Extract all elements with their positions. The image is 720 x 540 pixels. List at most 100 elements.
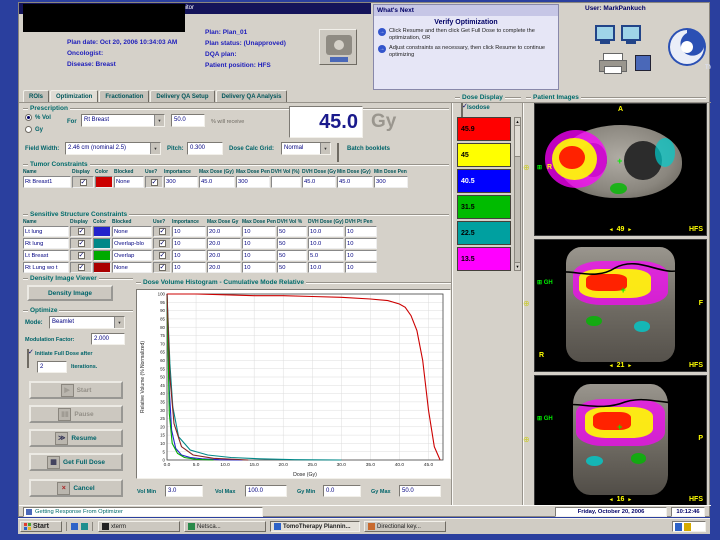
oar-dvh-vol-input[interactable]: 50 bbox=[277, 226, 307, 237]
gy-min-input[interactable]: 0.0 bbox=[323, 485, 361, 497]
pan-crosshair-icon[interactable]: ⊕ bbox=[523, 163, 530, 172]
dose-calc-grid-select[interactable]: Normal▼ bbox=[281, 142, 331, 155]
isodose-level[interactable]: 45.9 bbox=[457, 117, 511, 141]
prescription-radio-percent-vol[interactable]: % Vol bbox=[25, 114, 51, 121]
tumor-min-pen-input[interactable]: 300 bbox=[374, 176, 408, 188]
isodose-level[interactable]: 22.5 bbox=[457, 221, 511, 245]
tumor-dvh-vol-input[interactable] bbox=[271, 176, 301, 188]
slice-prev-icon[interactable]: ◄ bbox=[609, 227, 614, 233]
printer-icon[interactable] bbox=[599, 53, 625, 73]
oar-max-pen-input[interactable]: 10 bbox=[242, 238, 276, 249]
isodose-level[interactable]: 45 bbox=[457, 143, 511, 167]
pause-button[interactable]: ▮▮Pause bbox=[29, 405, 123, 423]
quick-launch-icon[interactable] bbox=[81, 523, 88, 530]
iterations-input[interactable]: 2 bbox=[37, 361, 67, 373]
tumor-min-dose-input[interactable]: 45.0 bbox=[337, 176, 373, 188]
oar-importance-input[interactable]: 10 bbox=[172, 262, 206, 273]
oar-display-checkbox[interactable] bbox=[70, 250, 92, 261]
batch-checkbox[interactable] bbox=[337, 143, 339, 162]
resume-button[interactable]: ≫Resume bbox=[29, 429, 123, 447]
oar-blocked-select[interactable]: Overlap bbox=[112, 250, 152, 261]
oar-blocked-select[interactable]: None bbox=[112, 226, 152, 237]
pitch-input[interactable]: 0.300 bbox=[187, 142, 223, 155]
ct-view-coronal[interactable]: ⊞ GH R F + ◄ 21 ► HFS bbox=[534, 239, 707, 372]
oar-dvh-dose-input[interactable]: 10.0 bbox=[308, 226, 344, 237]
tumor-importance-input[interactable]: 300 bbox=[164, 176, 198, 188]
tumor-dvh-dose-input[interactable]: 45.0 bbox=[302, 176, 336, 188]
oar-importance-input[interactable]: 10 bbox=[172, 226, 206, 237]
tumor-display-checkbox[interactable] bbox=[72, 176, 94, 188]
oar-dvh-pen-input[interactable]: 10 bbox=[345, 226, 377, 237]
get-full-dose-button[interactable]: ▦Get Full Dose bbox=[29, 453, 123, 471]
field-width-select[interactable]: 2.46 cm (nominal 2.5)▼ bbox=[65, 142, 161, 155]
prescription-radio-gy[interactable]: Gy bbox=[25, 126, 43, 133]
slice-prev-icon[interactable]: ◄ bbox=[609, 497, 614, 503]
slice-next-icon[interactable]: ► bbox=[627, 227, 632, 233]
radio-percent-vol[interactable] bbox=[25, 114, 32, 121]
vol-min-input[interactable]: 3.0 bbox=[165, 485, 203, 497]
taskbar-task[interactable]: xterm bbox=[98, 521, 180, 532]
isodose-level[interactable]: 40.5 bbox=[457, 169, 511, 193]
oar-importance-input[interactable]: 10 bbox=[172, 238, 206, 249]
isodose-level[interactable]: 31.5 bbox=[457, 195, 511, 219]
scroll-thumb[interactable] bbox=[515, 126, 520, 157]
cancel-button[interactable]: ×Cancel bbox=[29, 479, 123, 497]
start-button[interactable]: Start bbox=[20, 521, 62, 532]
oar-dvh-vol-input[interactable]: 50 bbox=[277, 250, 307, 261]
oar-dvh-vol-input[interactable]: 50 bbox=[277, 262, 307, 273]
taskbar-task[interactable]: Netsca... bbox=[184, 521, 266, 532]
taskbar-task[interactable]: TomoTherapy Plannin... bbox=[270, 521, 360, 532]
ct-view-sagittal[interactable]: ⊞ GH P + ◄ 16 ► HFS bbox=[534, 375, 707, 506]
oar-dvh-pen-input[interactable]: 10 bbox=[345, 238, 377, 249]
scroll-down-icon[interactable]: ▼ bbox=[515, 262, 520, 270]
oar-max-dose-input[interactable]: 20.0 bbox=[207, 226, 241, 237]
isodose-level[interactable]: 13.5 bbox=[457, 247, 511, 271]
oar-color-swatch[interactable] bbox=[93, 238, 111, 249]
structure-select[interactable]: Rt Breast▼ bbox=[81, 114, 165, 127]
chevron-down-icon[interactable]: ▼ bbox=[154, 115, 164, 126]
quick-launch-icon[interactable] bbox=[71, 523, 78, 530]
percent-input[interactable]: 50.0 bbox=[171, 114, 205, 127]
chevron-down-icon[interactable]: ▼ bbox=[320, 143, 330, 154]
initiate-full-dose-checkbox[interactable] bbox=[27, 349, 29, 368]
gy-max-input[interactable]: 50.0 bbox=[399, 485, 441, 497]
oar-max-pen-input[interactable]: 10 bbox=[242, 262, 276, 273]
oar-display-checkbox[interactable] bbox=[70, 262, 92, 273]
tumor-use-checkbox[interactable] bbox=[145, 176, 163, 188]
modulation-factor-input[interactable]: 2.000 bbox=[91, 333, 125, 345]
oar-color-swatch[interactable] bbox=[93, 226, 111, 237]
oar-blocked-select[interactable]: Overlap-blo bbox=[112, 238, 152, 249]
tumor-max-pen-input[interactable]: 300 bbox=[236, 176, 270, 188]
oar-max-dose-input[interactable]: 20.0 bbox=[207, 262, 241, 273]
oar-dvh-dose-input[interactable]: 10.0 bbox=[308, 238, 344, 249]
vol-max-input[interactable]: 100.0 bbox=[245, 485, 287, 497]
chevron-down-icon[interactable]: ▼ bbox=[150, 143, 160, 154]
taskbar-task[interactable]: Directional key... bbox=[364, 521, 446, 532]
isodose-scrollbar[interactable]: ▲ ▼ bbox=[514, 117, 521, 271]
oar-importance-input[interactable]: 10 bbox=[172, 250, 206, 261]
slice-next-icon[interactable]: ► bbox=[627, 497, 632, 503]
tray-icon[interactable] bbox=[675, 523, 682, 531]
oar-display-checkbox[interactable] bbox=[70, 226, 92, 237]
tumor-max-dose-input[interactable]: 45.0 bbox=[199, 176, 235, 188]
chevron-down-icon[interactable]: ▼ bbox=[114, 317, 124, 328]
oar-use-checkbox[interactable] bbox=[153, 250, 171, 261]
oar-use-checkbox[interactable] bbox=[153, 262, 171, 273]
slice-prev-icon[interactable]: ◄ bbox=[609, 363, 614, 369]
oar-color-swatch[interactable] bbox=[93, 250, 111, 261]
oar-blocked-select[interactable]: None bbox=[112, 262, 152, 273]
tool-icon[interactable] bbox=[635, 55, 651, 71]
oar-color-swatch[interactable] bbox=[93, 262, 111, 273]
pan-crosshair-icon[interactable]: ⊕ bbox=[523, 299, 530, 308]
start-button[interactable]: ▶Start bbox=[29, 381, 123, 399]
oar-display-checkbox[interactable] bbox=[70, 238, 92, 249]
tumor-blocked-select[interactable]: None bbox=[114, 176, 144, 188]
monitor-icon[interactable] bbox=[621, 25, 641, 44]
oar-dvh-pen-input[interactable]: 10 bbox=[345, 250, 377, 261]
oar-max-dose-input[interactable]: 20.0 bbox=[207, 250, 241, 261]
monitor-icon[interactable] bbox=[595, 25, 615, 44]
density-image-button[interactable]: Density Image bbox=[27, 285, 113, 301]
tray-icon[interactable] bbox=[684, 523, 691, 531]
tumor-color-swatch[interactable] bbox=[95, 176, 113, 188]
slice-next-icon[interactable]: ► bbox=[627, 363, 632, 369]
